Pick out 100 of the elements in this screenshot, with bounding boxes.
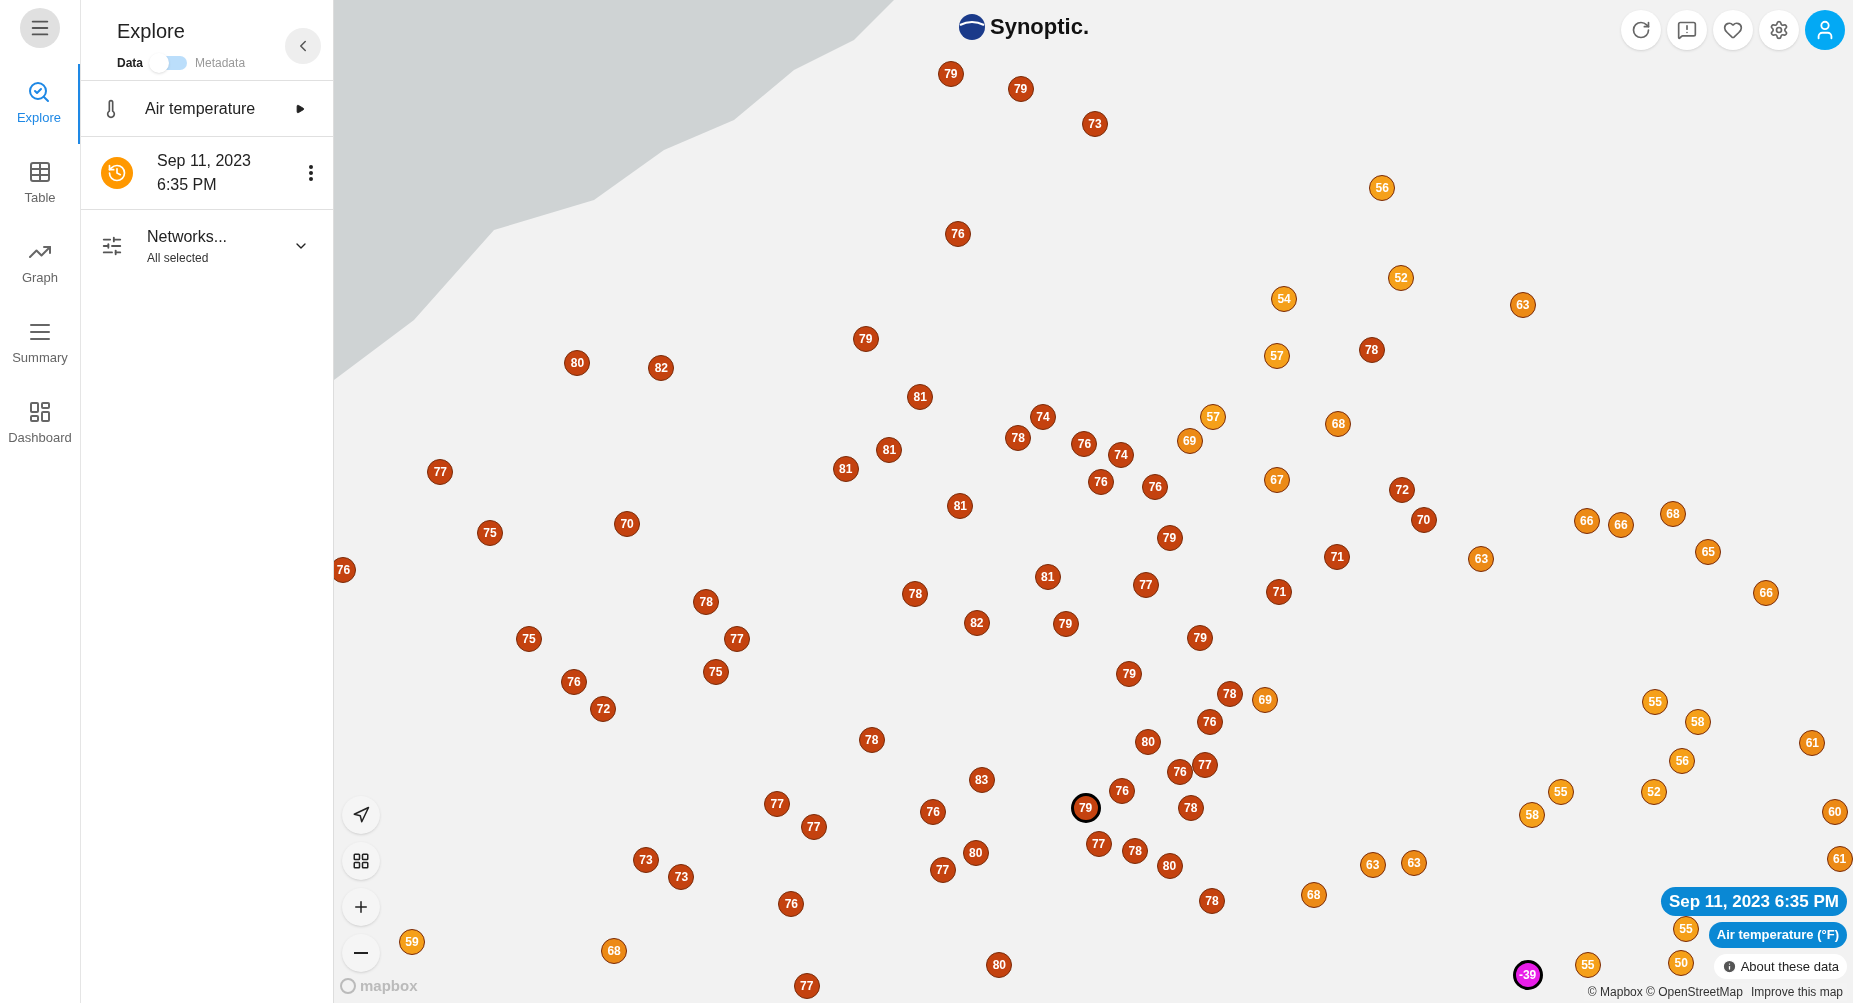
temperature-marker[interactable]: 71 [1324,543,1351,570]
temperature-marker[interactable]: 81 [876,437,903,464]
temperature-marker[interactable]: 76 [334,556,357,583]
temperature-marker[interactable]: 79 [1116,660,1143,687]
temperature-marker[interactable]: 63 [1359,852,1386,879]
temperature-marker[interactable]: 76 [944,221,971,247]
temperature-marker[interactable]: 80 [986,952,1013,979]
nav-item[interactable]: Dashboard [0,384,80,464]
temperature-marker[interactable]: 63 [1509,291,1536,318]
temperature-marker[interactable]: 76 [1071,431,1098,458]
temperature-marker[interactable]: 63 [1468,545,1495,572]
temperature-marker[interactable]: 76 [1142,473,1169,500]
temperature-marker[interactable]: 77 [427,458,454,485]
temperature-marker[interactable]: 70 [614,510,641,537]
temperature-marker[interactable]: 81 [947,492,974,519]
map-tile[interactable] [334,0,1853,1003]
temperature-marker[interactable]: 65 [1695,538,1722,565]
temperature-marker[interactable]: 63 [1401,849,1428,876]
temperature-marker[interactable]: 76 [1109,777,1136,804]
temperature-marker[interactable]: 82 [648,354,675,381]
temperature-marker[interactable]: 73 [668,863,695,890]
temperature-marker[interactable]: -39 [1512,959,1543,990]
temperature-marker[interactable]: 74 [1108,441,1135,468]
temperature-marker[interactable]: 77 [723,626,750,653]
temperature-marker[interactable]: 76 [778,891,805,918]
temperature-marker[interactable]: 80 [1135,729,1162,756]
temperature-marker[interactable]: 82 [963,609,990,636]
temperature-marker[interactable]: 79 [1007,75,1034,102]
temperature-marker[interactable]: 83 [968,766,995,793]
temperature-marker[interactable]: 79 [1052,610,1079,637]
temperature-marker[interactable]: 75 [702,659,729,686]
temperature-marker[interactable]: 67 [1264,466,1291,493]
temperature-marker[interactable]: 66 [1753,580,1780,607]
variable-selector[interactable]: Air temperature [81,81,333,137]
temperature-marker[interactable]: 80 [1156,853,1183,880]
temperature-marker[interactable]: 78 [1358,336,1385,363]
temperature-marker[interactable]: 61 [1799,730,1826,757]
temperature-marker[interactable]: 73 [1082,111,1109,138]
temperature-marker[interactable]: 68 [1300,881,1327,908]
temperature-marker[interactable]: 77 [1132,571,1159,598]
networks-selector[interactable]: Networks... All selected [81,210,333,282]
temperature-marker[interactable]: 77 [800,814,827,841]
nav-item[interactable]: Summary [0,304,80,384]
temperature-marker[interactable]: 74 [1030,404,1057,431]
temperature-marker[interactable]: 80 [962,840,989,867]
temperature-marker[interactable]: 76 [1167,758,1194,785]
temperature-marker[interactable]: 77 [1191,751,1218,778]
map-control-button[interactable] [342,842,380,880]
map-tool-button[interactable] [1759,10,1799,50]
temperature-marker[interactable]: 79 [1187,625,1214,652]
temperature-marker[interactable]: 69 [1252,686,1279,713]
temperature-marker[interactable]: 79 [852,326,879,353]
temperature-marker[interactable]: 80 [564,349,591,376]
temperature-marker[interactable]: 71 [1266,579,1293,606]
temperature-marker[interactable]: 79 [1156,524,1183,551]
temperature-marker[interactable]: 77 [929,856,956,883]
temperature-marker[interactable]: 78 [693,588,720,615]
temperature-marker[interactable]: 78 [1177,795,1204,822]
temperature-marker[interactable]: 81 [832,456,859,483]
temperature-marker[interactable]: 73 [633,847,659,874]
temperature-marker[interactable]: 77 [1085,830,1112,857]
map-control-button[interactable] [342,888,380,926]
temperature-marker[interactable]: 77 [764,790,791,817]
temperature-marker[interactable]: 68 [1659,501,1686,528]
nav-item[interactable]: Explore [0,64,80,144]
map-tool-button[interactable] [1713,10,1753,50]
temperature-marker[interactable]: 68 [601,938,628,965]
temperature-marker[interactable]: 77 [793,972,820,999]
account-button[interactable] [1805,10,1845,50]
temperature-marker[interactable]: 66 [1607,511,1634,538]
temperature-marker[interactable]: 78 [1122,837,1149,864]
temperature-marker[interactable]: 68 [1325,411,1352,438]
data-metadata-switch[interactable] [151,56,187,70]
improve-map-link[interactable]: Improve this map [1750,983,1843,1001]
nav-item[interactable]: Graph [0,224,80,304]
temperature-marker[interactable]: 76 [1196,709,1223,736]
map-control-button[interactable] [342,796,380,834]
menu-button[interactable] [20,8,60,48]
temperature-marker[interactable]: 81 [1034,563,1061,590]
temperature-marker[interactable]: 76 [560,668,587,695]
map-tool-button[interactable] [1667,10,1707,50]
temperature-marker[interactable]: 75 [516,626,542,653]
nav-item[interactable]: Table [0,144,80,224]
temperature-marker[interactable]: 79 [1070,793,1101,824]
temperature-marker[interactable]: 78 [1199,887,1226,914]
temperature-marker[interactable]: 66 [1573,508,1600,535]
temperature-marker[interactable]: 72 [1389,477,1416,504]
temperature-marker[interactable]: 78 [858,726,885,753]
temperature-marker[interactable]: 76 [920,798,947,825]
temperature-marker[interactable]: 70 [1410,506,1437,533]
temperature-marker[interactable]: 79 [937,61,964,88]
temperature-marker[interactable]: 61 [1826,846,1853,873]
temperature-marker[interactable]: 75 [477,519,503,546]
temperature-marker[interactable]: 76 [1087,469,1114,496]
about-data-button[interactable]: About these data [1713,953,1847,979]
temperature-marker[interactable]: 72 [590,696,617,723]
temperature-marker[interactable]: 78 [1005,425,1032,452]
temperature-marker[interactable]: 78 [1216,680,1243,707]
temperature-marker[interactable]: 78 [902,581,929,608]
temperature-marker[interactable]: 60 [1821,798,1848,825]
